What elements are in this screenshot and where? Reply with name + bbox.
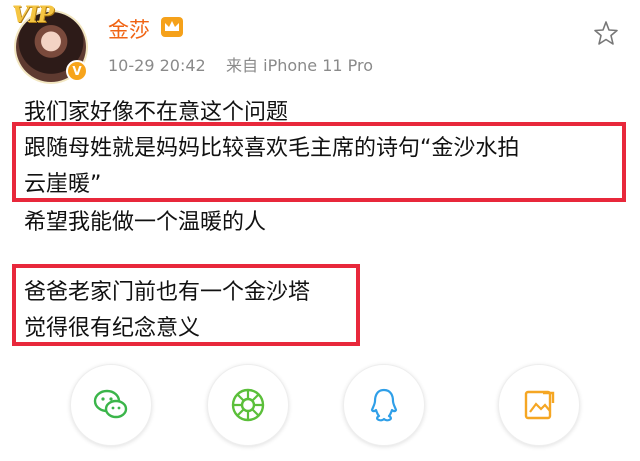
wechat-icon [93,389,128,419]
share-qq-button[interactable] [343,364,425,446]
verified-icon: V [66,60,88,82]
post-meta: 10-29 20:42 来自 iPhone 11 Pro [108,52,373,76]
moments-icon [231,388,265,422]
qzone-icon [524,390,555,420]
highlight-box [12,264,360,346]
post-line: 希望我能做一个温暖的人 [24,210,267,235]
share-qzone-button[interactable] [498,364,580,446]
qq-icon [370,388,398,422]
vip-badge: VIP [12,2,54,28]
timestamp: 10-29 20:42 [108,56,206,75]
crown-icon [161,17,183,37]
avatar[interactable]: VIP V [12,2,88,82]
star-icon[interactable] [593,20,619,46]
share-moments-button[interactable] [207,364,289,446]
source: 来自 iPhone 11 Pro [226,56,374,75]
username[interactable]: 金莎 [108,14,150,44]
highlight-box [12,122,626,202]
share-wechat-button[interactable] [70,364,152,446]
